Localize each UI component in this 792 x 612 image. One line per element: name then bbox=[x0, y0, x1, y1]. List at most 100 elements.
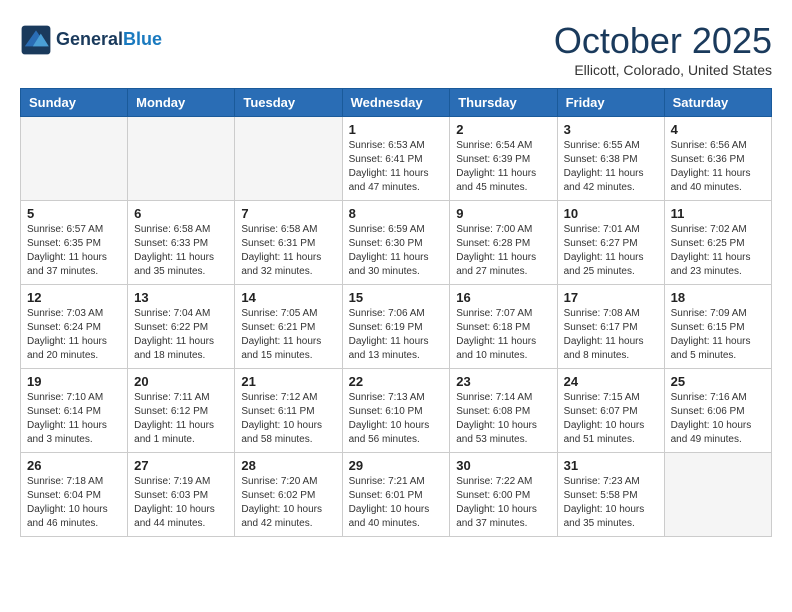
day-number: 24 bbox=[564, 374, 658, 389]
day-info: Sunrise: 6:58 AM Sunset: 6:33 PM Dayligh… bbox=[134, 223, 228, 279]
day-info: Sunrise: 7:02 AM Sunset: 6:25 PM Dayligh… bbox=[671, 223, 765, 279]
week-row-1: 5Sunrise: 6:57 AM Sunset: 6:35 PM Daylig… bbox=[21, 201, 772, 285]
week-row-2: 12 Sunrise: 7:03 AM Sunset: 6:24 PM Dayli… bbox=[21, 285, 772, 369]
calendar-cell: 12 Sunrise: 7:03 AM Sunset: 6:24 PM Dayli… bbox=[21, 285, 128, 369]
day-number: 22 bbox=[349, 374, 444, 389]
day-info: Sunrise: 7:05 AM Sunset: 6:21 PM Dayligh… bbox=[241, 307, 335, 363]
title-section: October 2025 Ellicott, Colorado, United … bbox=[554, 20, 772, 78]
day-info: Sunrise: 7:23 AM Sunset: 5:58 PM Dayligh… bbox=[564, 475, 658, 531]
logo-icon bbox=[20, 24, 52, 56]
day-number: 31 bbox=[564, 458, 658, 473]
day-number: 3 bbox=[564, 122, 658, 137]
calendar-cell: 26Sunrise: 7:18 AM Sunset: 6:04 PM Dayli… bbox=[21, 453, 128, 537]
day-number: 27 bbox=[134, 458, 228, 473]
day-header-thursday: Thursday bbox=[450, 89, 557, 117]
day-info: Sunrise: 7:14 AM Sunset: 6:08 PM Dayligh… bbox=[456, 391, 550, 447]
calendar-cell bbox=[21, 117, 128, 201]
day-number: 25 bbox=[671, 374, 765, 389]
day-header-friday: Friday bbox=[557, 89, 664, 117]
calendar-cell: 5Sunrise: 6:57 AM Sunset: 6:35 PM Daylig… bbox=[21, 201, 128, 285]
day-number: 21 bbox=[241, 374, 335, 389]
day-info: Sunrise: 7:01 AM Sunset: 6:27 PM Dayligh… bbox=[564, 223, 658, 279]
calendar-cell: 18Sunrise: 7:09 AM Sunset: 6:15 PM Dayli… bbox=[664, 285, 771, 369]
day-info: Sunrise: 6:55 AM Sunset: 6:38 PM Dayligh… bbox=[564, 139, 658, 195]
day-number: 9 bbox=[456, 206, 550, 221]
day-number: 11 bbox=[671, 206, 765, 221]
calendar-cell: 23 Sunrise: 7:14 AM Sunset: 6:08 PM Dayli… bbox=[450, 369, 557, 453]
calendar-cell: 20 Sunrise: 7:11 AM Sunset: 6:12 PM Dayli… bbox=[128, 369, 235, 453]
calendar-cell bbox=[128, 117, 235, 201]
day-number: 23 bbox=[456, 374, 550, 389]
day-number: 26 bbox=[27, 458, 121, 473]
calendar-cell: 6 Sunrise: 6:58 AM Sunset: 6:33 PM Daylig… bbox=[128, 201, 235, 285]
day-number: 4 bbox=[671, 122, 765, 137]
day-number: 6 bbox=[134, 206, 228, 221]
calendar-cell: 27 Sunrise: 7:19 AM Sunset: 6:03 PM Dayli… bbox=[128, 453, 235, 537]
day-info: Sunrise: 6:56 AM Sunset: 6:36 PM Dayligh… bbox=[671, 139, 765, 195]
calendar-cell: 7Sunrise: 6:58 AM Sunset: 6:31 PM Daylig… bbox=[235, 201, 342, 285]
calendar-cell: 16 Sunrise: 7:07 AM Sunset: 6:18 PM Dayli… bbox=[450, 285, 557, 369]
day-info: Sunrise: 7:22 AM Sunset: 6:00 PM Dayligh… bbox=[456, 475, 550, 531]
week-row-4: 26Sunrise: 7:18 AM Sunset: 6:04 PM Dayli… bbox=[21, 453, 772, 537]
day-number: 10 bbox=[564, 206, 658, 221]
day-info: Sunrise: 7:11 AM Sunset: 6:12 PM Dayligh… bbox=[134, 391, 228, 447]
logo: GeneralBlue bbox=[20, 24, 162, 56]
calendar-cell: 9 Sunrise: 7:00 AM Sunset: 6:28 PM Daylig… bbox=[450, 201, 557, 285]
day-number: 8 bbox=[349, 206, 444, 221]
day-header-sunday: Sunday bbox=[21, 89, 128, 117]
calendar-cell: 14 Sunrise: 7:05 AM Sunset: 6:21 PM Dayli… bbox=[235, 285, 342, 369]
day-number: 13 bbox=[134, 290, 228, 305]
day-info: Sunrise: 7:10 AM Sunset: 6:14 PM Dayligh… bbox=[27, 391, 121, 447]
day-info: Sunrise: 7:03 AM Sunset: 6:24 PM Dayligh… bbox=[27, 307, 121, 363]
day-info: Sunrise: 6:53 AM Sunset: 6:41 PM Dayligh… bbox=[349, 139, 444, 195]
calendar-title: October 2025 bbox=[554, 20, 772, 62]
day-number: 2 bbox=[456, 122, 550, 137]
calendar-cell: 28 Sunrise: 7:20 AM Sunset: 6:02 PM Dayli… bbox=[235, 453, 342, 537]
calendar-body: 1 Sunrise: 6:53 AM Sunset: 6:41 PM Daylig… bbox=[21, 117, 772, 537]
calendar-cell: 4 Sunrise: 6:56 AM Sunset: 6:36 PM Daylig… bbox=[664, 117, 771, 201]
day-header-wednesday: Wednesday bbox=[342, 89, 450, 117]
day-info: Sunrise: 7:07 AM Sunset: 6:18 PM Dayligh… bbox=[456, 307, 550, 363]
calendar-cell: 3 Sunrise: 6:55 AM Sunset: 6:38 PM Daylig… bbox=[557, 117, 664, 201]
calendar-header-row: SundayMondayTuesdayWednesdayThursdayFrid… bbox=[21, 89, 772, 117]
day-number: 14 bbox=[241, 290, 335, 305]
calendar-cell: 17 Sunrise: 7:08 AM Sunset: 6:17 PM Dayli… bbox=[557, 285, 664, 369]
week-row-0: 1 Sunrise: 6:53 AM Sunset: 6:41 PM Daylig… bbox=[21, 117, 772, 201]
calendar-cell: 29 Sunrise: 7:21 AM Sunset: 6:01 PM Dayli… bbox=[342, 453, 450, 537]
day-info: Sunrise: 7:16 AM Sunset: 6:06 PM Dayligh… bbox=[671, 391, 765, 447]
calendar-cell: 21 Sunrise: 7:12 AM Sunset: 6:11 PM Dayli… bbox=[235, 369, 342, 453]
week-row-3: 19Sunrise: 7:10 AM Sunset: 6:14 PM Dayli… bbox=[21, 369, 772, 453]
day-info: Sunrise: 6:59 AM Sunset: 6:30 PM Dayligh… bbox=[349, 223, 444, 279]
day-number: 28 bbox=[241, 458, 335, 473]
day-number: 20 bbox=[134, 374, 228, 389]
day-info: Sunrise: 7:15 AM Sunset: 6:07 PM Dayligh… bbox=[564, 391, 658, 447]
day-number: 18 bbox=[671, 290, 765, 305]
calendar-subtitle: Ellicott, Colorado, United States bbox=[554, 62, 772, 78]
calendar-cell bbox=[664, 453, 771, 537]
calendar-table: SundayMondayTuesdayWednesdayThursdayFrid… bbox=[20, 88, 772, 537]
calendar-cell: 13Sunrise: 7:04 AM Sunset: 6:22 PM Dayli… bbox=[128, 285, 235, 369]
calendar-cell: 2 Sunrise: 6:54 AM Sunset: 6:39 PM Daylig… bbox=[450, 117, 557, 201]
day-info: Sunrise: 6:57 AM Sunset: 6:35 PM Dayligh… bbox=[27, 223, 121, 279]
day-header-tuesday: Tuesday bbox=[235, 89, 342, 117]
day-number: 15 bbox=[349, 290, 444, 305]
day-info: Sunrise: 7:00 AM Sunset: 6:28 PM Dayligh… bbox=[456, 223, 550, 279]
day-info: Sunrise: 6:54 AM Sunset: 6:39 PM Dayligh… bbox=[456, 139, 550, 195]
day-number: 30 bbox=[456, 458, 550, 473]
day-number: 17 bbox=[564, 290, 658, 305]
day-number: 16 bbox=[456, 290, 550, 305]
calendar-cell: 24 Sunrise: 7:15 AM Sunset: 6:07 PM Dayli… bbox=[557, 369, 664, 453]
day-info: Sunrise: 7:19 AM Sunset: 6:03 PM Dayligh… bbox=[134, 475, 228, 531]
day-number: 12 bbox=[27, 290, 121, 305]
day-info: Sunrise: 7:21 AM Sunset: 6:01 PM Dayligh… bbox=[349, 475, 444, 531]
calendar-cell: 1 Sunrise: 6:53 AM Sunset: 6:41 PM Daylig… bbox=[342, 117, 450, 201]
day-info: Sunrise: 7:08 AM Sunset: 6:17 PM Dayligh… bbox=[564, 307, 658, 363]
calendar-cell: 8 Sunrise: 6:59 AM Sunset: 6:30 PM Daylig… bbox=[342, 201, 450, 285]
calendar-cell: 19Sunrise: 7:10 AM Sunset: 6:14 PM Dayli… bbox=[21, 369, 128, 453]
day-number: 29 bbox=[349, 458, 444, 473]
calendar-cell: 22Sunrise: 7:13 AM Sunset: 6:10 PM Dayli… bbox=[342, 369, 450, 453]
calendar-cell: 30 Sunrise: 7:22 AM Sunset: 6:00 PM Dayli… bbox=[450, 453, 557, 537]
day-number: 1 bbox=[349, 122, 444, 137]
day-info: Sunrise: 7:20 AM Sunset: 6:02 PM Dayligh… bbox=[241, 475, 335, 531]
day-info: Sunrise: 7:12 AM Sunset: 6:11 PM Dayligh… bbox=[241, 391, 335, 447]
